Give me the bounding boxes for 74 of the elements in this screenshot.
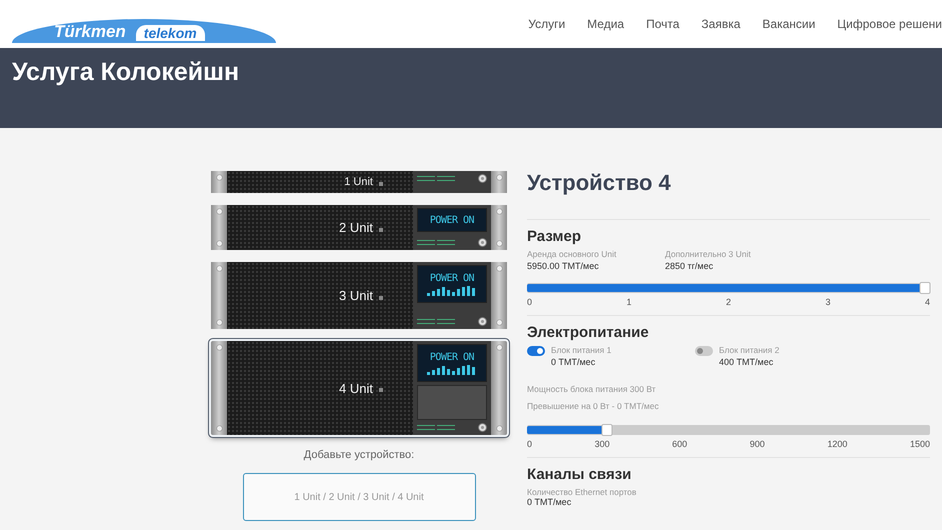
scale-label: 600 (672, 439, 688, 449)
power-button-icon (478, 423, 487, 432)
logo-text: Türkmen (54, 23, 126, 41)
display-text: POWER ON (430, 352, 474, 362)
slider-handle[interactable] (601, 424, 612, 436)
logo-swoosh[interactable]: Türkmen telekom (12, 19, 276, 43)
nav-link[interactable]: Цифровое решени (826, 17, 942, 31)
rack-ear (211, 171, 227, 193)
rack-ear (491, 171, 507, 193)
toggle-switch[interactable] (695, 346, 713, 356)
status-lights-icon (417, 318, 457, 326)
nav-link[interactable]: Заявка (690, 17, 752, 31)
info-label: Дополнительно 3 Unit (665, 249, 752, 259)
nav-link[interactable]: Услуги (517, 17, 576, 31)
rack-unit[interactable]: 4 Unit POWER ON (211, 341, 507, 435)
rack-unit[interactable]: 1 Unit (211, 171, 507, 193)
scale-label: 900 (750, 439, 765, 449)
small-square-icon (379, 388, 383, 392)
scale-label: 2 (726, 297, 731, 307)
slider-handle[interactable] (920, 282, 930, 294)
rack-ear (491, 205, 507, 250)
section-title: Электропитание (527, 324, 650, 341)
add-device-label: Добавьте устройство: (304, 449, 414, 461)
supply-label: Блок питания 1 (551, 345, 612, 355)
scale-label: 0 (527, 439, 532, 449)
scale-label: 1200 (827, 439, 848, 449)
info-value: 0 ТМТ/мес (527, 497, 572, 507)
logo-text: telekom (136, 25, 205, 41)
scale-label: 4 (924, 297, 930, 307)
info-value: 5950.00 ТМТ/мес (527, 261, 600, 271)
nav-link[interactable]: Вакансии (751, 17, 826, 31)
level-bars-icon (427, 286, 477, 296)
small-square-icon (379, 182, 383, 186)
power-button-icon (478, 174, 487, 183)
supply-price: 0 ТМТ/мес (551, 357, 596, 367)
display-text: POWER ON (430, 272, 474, 284)
scale-label: 1 (626, 297, 632, 307)
status-lights-icon (417, 174, 457, 182)
power-button-icon (478, 317, 487, 326)
scale-label: 3 (825, 297, 830, 307)
section-title: Размер (527, 228, 582, 245)
info-label: Количество Ethernet портов (527, 487, 638, 497)
supply-label: Блок питания 2 (719, 345, 780, 355)
toggle-switch[interactable] (527, 346, 545, 356)
blank-panel (417, 385, 487, 420)
status-lights-icon (417, 424, 457, 432)
small-square-icon (379, 228, 383, 232)
rack-unit[interactable]: 3 Unit POWER ON (211, 262, 507, 329)
info-label: Аренда основного Unit (527, 249, 618, 259)
power-note: Превышение на 0 Вт - 0 ТМТ/мес (527, 401, 660, 411)
page-title: Услуга Колокейшн (12, 58, 240, 87)
scale-label: 0 (527, 297, 532, 307)
status-lights-icon (417, 238, 457, 246)
power-note: Мощность блока питания 300 Вт (527, 384, 657, 394)
rack-unit[interactable]: 2 Unit POWER ON (211, 205, 507, 250)
unit-label: 2 Unit (339, 220, 373, 235)
section-title: Каналы связи (527, 466, 632, 483)
device-title: Устройство 4 (527, 171, 672, 197)
scale-label: 1500 (910, 439, 930, 449)
rack-ear (491, 262, 507, 329)
info-value: 2850 тг/мес (665, 261, 714, 271)
level-bars-icon (427, 364, 477, 374)
rack-ear (211, 205, 227, 250)
rack-ear (211, 262, 227, 329)
unit-label: 1 Unit (344, 176, 373, 188)
unit-label: 3 Unit (339, 288, 373, 303)
scale-label: 300 (594, 439, 610, 449)
unit-label: 4 Unit (339, 380, 373, 396)
supply-price: 400 ТМТ/мес (719, 357, 774, 367)
nav-link[interactable]: Медиа (576, 17, 636, 31)
display-text: POWER ON (430, 214, 474, 226)
nav-link[interactable]: Почта (635, 17, 690, 31)
small-square-icon (379, 296, 383, 300)
power-button-icon (478, 238, 487, 247)
